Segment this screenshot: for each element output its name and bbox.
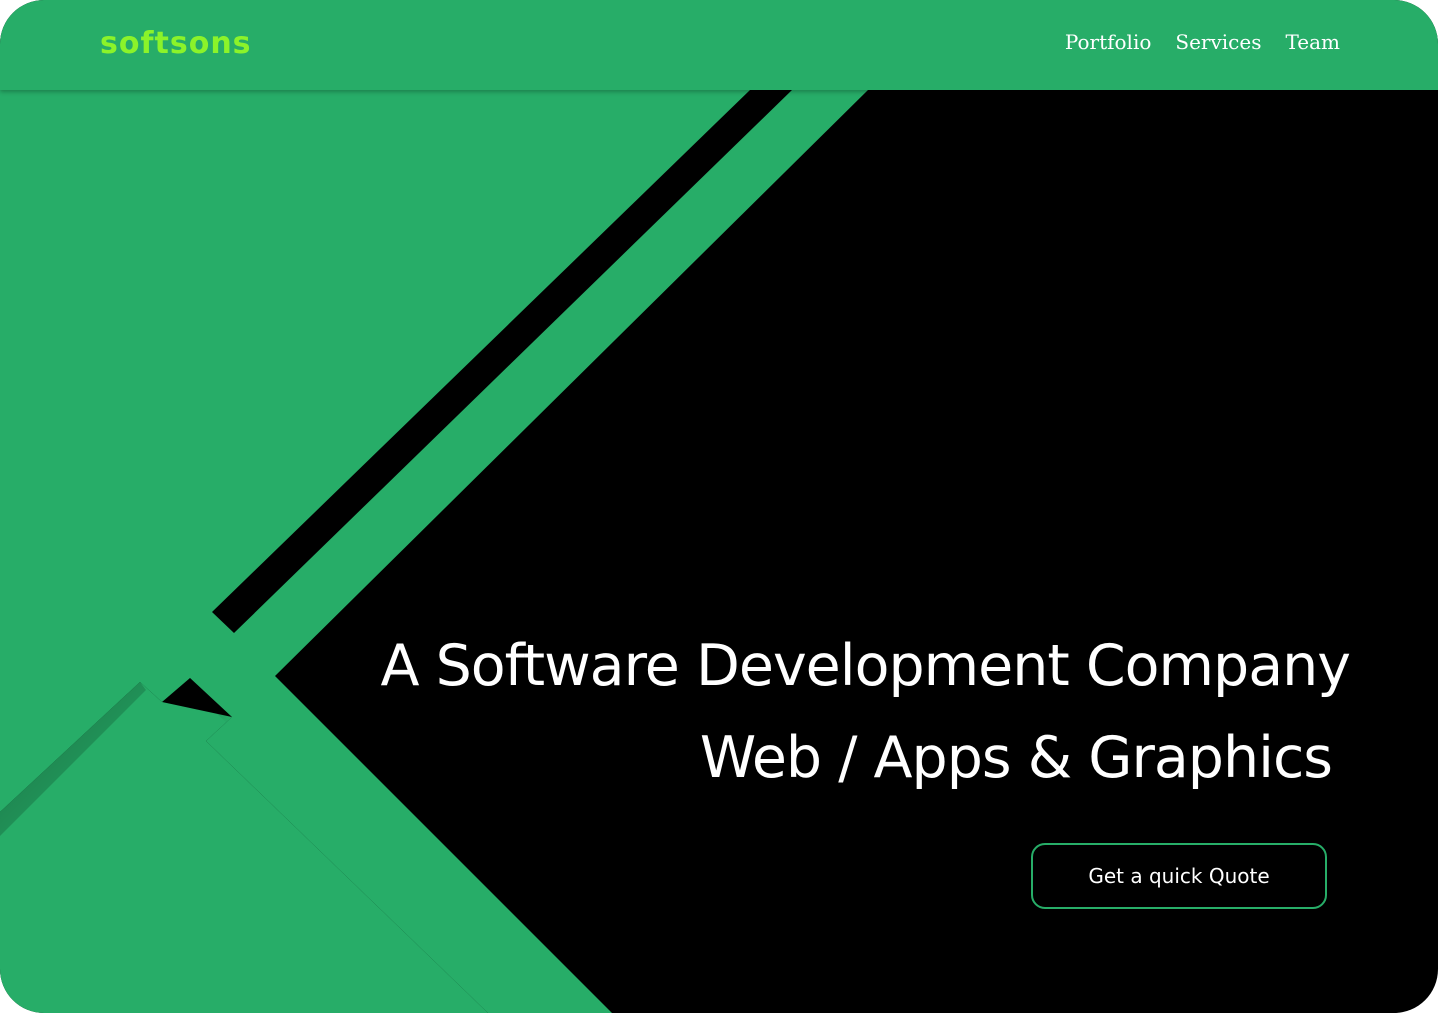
nav-link-services[interactable]: Services	[1175, 30, 1261, 54]
get-quote-button[interactable]: Get a quick Quote	[1031, 843, 1327, 909]
site-header: softsons Portfolio Services Team	[0, 0, 1438, 90]
nav-link-team[interactable]: Team	[1285, 30, 1340, 54]
hero-headline-line-2: Web / Apps & Graphics	[699, 725, 1333, 791]
hero-headline: A Software Development Company Web / App…	[380, 630, 1351, 794]
nav-link-portfolio[interactable]: Portfolio	[1065, 30, 1152, 54]
brand-logo[interactable]: softsons	[100, 26, 252, 62]
hero-headline-line-1: A Software Development Company	[380, 633, 1351, 699]
app-frame: softsons Portfolio Services Team A Softw…	[0, 0, 1438, 1013]
main-nav: Portfolio Services Team	[1065, 30, 1340, 54]
